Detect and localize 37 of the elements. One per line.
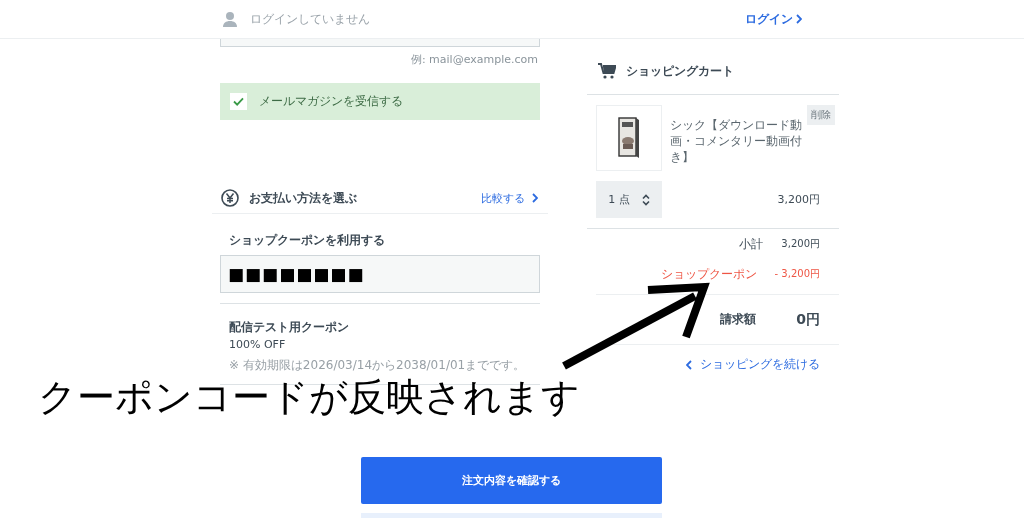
- section-title: お支払い方法を選ぶ: [249, 189, 358, 207]
- coupon-code-value: ■■■■■■■■: [228, 264, 365, 284]
- coupon-discount-value: - 3,200円: [774, 267, 820, 281]
- chevron-left-icon: [686, 359, 692, 370]
- total-value: 0円: [796, 310, 820, 329]
- login-link[interactable]: ログイン: [745, 10, 802, 28]
- coupon-discount-label: ショップクーポン: [660, 265, 757, 283]
- cart-title: ショッピングカート: [626, 62, 734, 80]
- email-field[interactable]: [220, 39, 540, 47]
- subtotal-label: 小計: [739, 235, 764, 253]
- chevron-right-icon: [796, 14, 802, 24]
- newsletter-label: メールマガジンを受信する: [259, 93, 403, 110]
- continue-shopping-link[interactable]: ショッピングを続ける: [686, 356, 820, 373]
- chevron-right-icon: [532, 193, 538, 203]
- coupon-code-field[interactable]: ■■■■■■■■: [220, 255, 540, 293]
- yen-icon: [221, 189, 239, 207]
- delete-button[interactable]: 削除: [807, 105, 835, 125]
- compare-link[interactable]: 比較する: [481, 190, 538, 206]
- product-thumbnail[interactable]: [596, 105, 662, 171]
- coupon-name: 配信テスト用クーポン: [229, 319, 350, 336]
- checkmark-icon: [233, 97, 244, 106]
- coupon-label: ショップクーポンを利用する: [228, 232, 386, 249]
- confirm-order-button[interactable]: 注文内容を確認する: [361, 457, 662, 504]
- cart-icon: [598, 63, 616, 79]
- annotation-caption: クーポンコードが反映されます: [38, 374, 580, 421]
- user-icon: [222, 11, 238, 27]
- coupon-validity: ※ 有効期限は2026/03/14から2038/01/01までです。: [229, 357, 527, 374]
- subtotal-value: 3,200円: [781, 237, 820, 251]
- login-status: ログインしていません: [250, 10, 371, 28]
- quantity-selector[interactable]: 1 点: [596, 181, 662, 218]
- email-hint: 例: mail@example.com: [409, 52, 539, 66]
- item-price: 3,200円: [777, 192, 820, 207]
- total-label: 請求額: [720, 311, 757, 328]
- sort-arrows-icon: [641, 193, 650, 206]
- product-name: シック【ダウンロード動画・コメンタリー動画付き】: [670, 117, 803, 165]
- newsletter-checkbox[interactable]: [230, 93, 247, 110]
- coupon-discount: 100% OFF: [229, 338, 287, 351]
